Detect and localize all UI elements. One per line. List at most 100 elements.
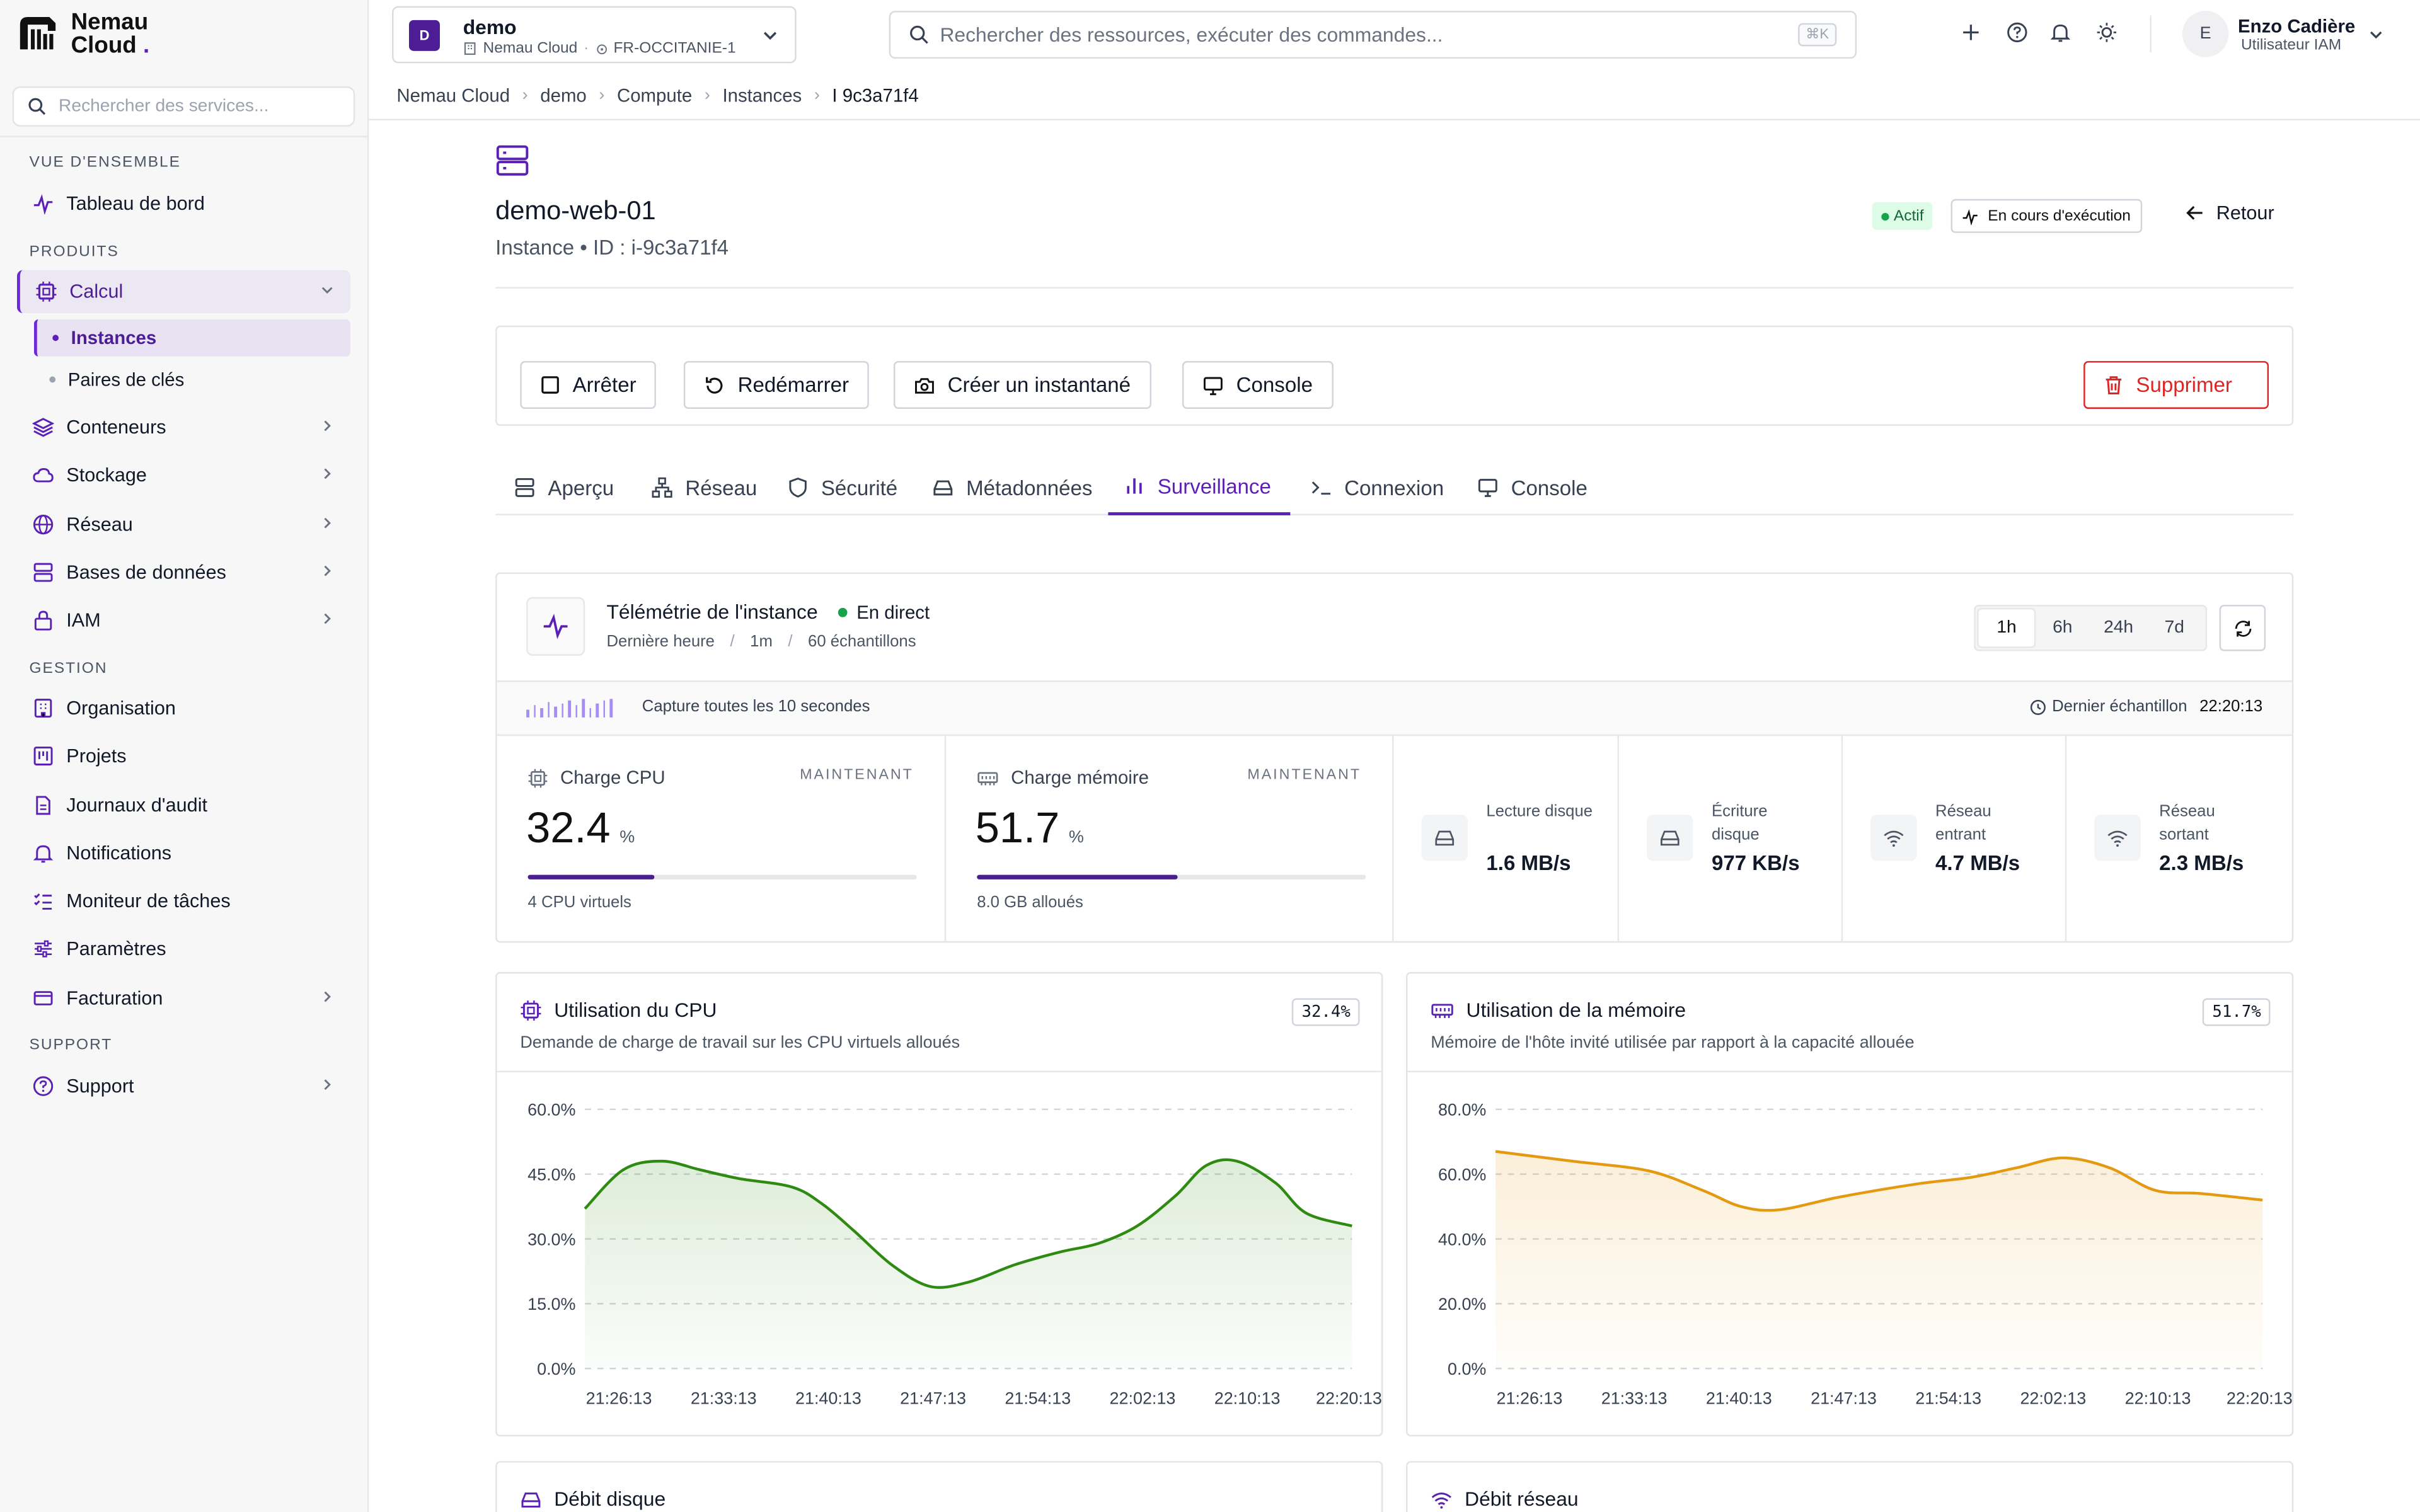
range-24h[interactable]: 24h — [2090, 609, 2146, 646]
credit-card-icon — [33, 991, 53, 1005]
range-1h[interactable]: 1h — [1978, 609, 2035, 647]
restart-button[interactable]: Redémarrer — [683, 361, 869, 409]
cpu-y-tick-label: 45.0% — [527, 1165, 575, 1184]
live-indicator: En direct — [838, 602, 930, 623]
nav-dashboard-label: Tableau de bord — [66, 193, 205, 215]
tab-console-label: Console — [1511, 476, 1587, 500]
telemetry-panel: Télémétrie de l'instance En direct Derni… — [495, 572, 2294, 943]
network-icon — [652, 477, 672, 498]
bell-icon[interactable] — [2049, 21, 2071, 43]
nav-tasks[interactable]: Moniteur de tâches — [17, 879, 350, 923]
telemetry-samples: 60 échantillons — [808, 633, 916, 651]
crumb-separator: › — [522, 86, 528, 105]
nav-support[interactable]: Support — [17, 1065, 350, 1108]
disk-throughput-title: Débit disque — [554, 1487, 666, 1511]
nav-containers[interactable]: Conteneurs — [17, 406, 350, 449]
activity-icon — [543, 614, 568, 639]
chevron-down-icon — [321, 287, 333, 294]
cpu-load-card: Charge CPU MAINTENANT 32.4% 4 CPU virtue… — [497, 736, 947, 943]
cloud-icon — [33, 468, 54, 483]
nav-instances[interactable]: Instances — [33, 319, 350, 357]
crumb-compute[interactable]: Compute — [617, 85, 692, 106]
mem-load-card: Charge mémoire MAINTENANT 51.7% 8.0 GB a… — [946, 736, 1394, 943]
crumb-project[interactable]: demo — [540, 85, 587, 106]
mem-footer: 8.0 GB alloués — [977, 893, 1083, 912]
memory-icon — [1431, 1003, 1453, 1017]
cpu-chart-card: Utilisation du CPU Demande de charge de … — [495, 971, 1383, 1437]
search-icon — [910, 25, 928, 44]
nav-iam[interactable]: IAM — [17, 598, 350, 642]
nav-settings[interactable]: Paramètres — [17, 927, 350, 971]
net-throughput-card: Débit réseau — [1406, 1461, 2294, 1512]
refresh-button[interactable] — [2219, 605, 2266, 651]
stat-disk-read: Lecture disque 1.6 MB/s — [1393, 736, 1620, 943]
project-switcher[interactable]: D demo Nemau Cloud · FR-OCCITANIE-1 — [392, 6, 797, 64]
section-overview: VUE D'ENSEMBLE — [29, 154, 181, 171]
tab-network[interactable]: Réseau — [648, 460, 761, 515]
building-icon — [34, 699, 52, 718]
bullet-icon — [52, 335, 59, 341]
status-dot — [1881, 212, 1889, 220]
sparkline-bars-icon — [526, 699, 613, 718]
chevron-down-icon[interactable] — [2368, 26, 2385, 43]
chevron-right-icon — [324, 517, 331, 529]
sidebar-divider — [0, 135, 369, 137]
chevron-right-icon — [324, 991, 331, 1002]
rotate-ccw-icon — [706, 376, 723, 393]
plus-icon[interactable] — [1960, 21, 1981, 43]
chevron-right-icon — [324, 468, 331, 479]
action-bar: Arrêter Redémarrer Créer un instantané C… — [495, 325, 2294, 426]
stop-button[interactable]: Arrêter — [520, 361, 657, 409]
crumb-root[interactable]: Nemau Cloud — [396, 85, 510, 106]
stat-net-out-label: Réseau sortant — [2159, 802, 2215, 844]
nav-billing[interactable]: Facturation — [17, 976, 350, 1020]
crumb-instances[interactable]: Instances — [722, 85, 802, 106]
console-button[interactable]: Console — [1182, 361, 1333, 409]
trash-icon — [2106, 376, 2122, 394]
hard-drive-icon — [1661, 830, 1680, 846]
back-button[interactable]: Retour — [2186, 202, 2274, 224]
sun-icon[interactable] — [2096, 21, 2118, 43]
nav-network[interactable]: Réseau — [17, 503, 350, 546]
nav-compute[interactable]: Calcul — [16, 270, 350, 314]
nav-databases[interactable]: Bases de données — [17, 551, 350, 594]
monitor-icon — [1478, 479, 1497, 497]
nav-containers-label: Conteneurs — [66, 416, 166, 438]
nav-dashboard[interactable]: Tableau de bord — [17, 182, 350, 226]
range-7d[interactable]: 7d — [2146, 609, 2203, 646]
help-circle-icon[interactable] — [2007, 21, 2028, 43]
user-avatar[interactable]: E — [2182, 11, 2229, 57]
tab-console[interactable]: Console — [1474, 460, 1591, 515]
delete-button[interactable]: Supprimer — [2083, 361, 2269, 409]
nav-audit[interactable]: Journaux d'audit — [17, 784, 350, 827]
tab-metadata[interactable]: Métadonnées — [929, 460, 1095, 515]
crumb-separator: › — [704, 86, 710, 105]
tab-monitoring[interactable]: Surveillance — [1108, 460, 1290, 515]
stat-icon-box — [2094, 815, 2141, 861]
stat-disk-read-value: 1.6 MB/s — [1486, 851, 1571, 875]
nav-organization[interactable]: Organisation — [17, 687, 350, 730]
chevron-right-icon — [324, 613, 331, 624]
kanban-icon — [33, 747, 53, 765]
brand-logo[interactable]: Nemau Cloud . — [15, 11, 149, 57]
cpu-y-tick-label: 0.0% — [537, 1360, 575, 1378]
bar-chart-icon — [1127, 478, 1142, 494]
nav-storage[interactable]: Stockage — [17, 454, 350, 497]
range-6h[interactable]: 6h — [2034, 609, 2090, 646]
cpu-x-tick-label: 21:54:13 — [1005, 1389, 1071, 1408]
service-search-placeholder: Rechercher des services... — [59, 97, 269, 116]
nav-keypairs[interactable]: Paires de clés — [34, 361, 350, 398]
tab-connection[interactable]: Connexion — [1307, 460, 1447, 515]
nav-projects[interactable]: Projets — [17, 735, 350, 778]
tab-overview[interactable]: Aperçu — [511, 460, 617, 515]
global-search-input[interactable]: Rechercher des ressources, exécuter des … — [889, 11, 1857, 59]
mem-progress-track — [977, 874, 1366, 879]
service-search-input[interactable]: Rechercher des services... — [12, 86, 355, 127]
tab-security[interactable]: Sécurité — [784, 460, 901, 515]
snapshot-button[interactable]: Créer un instantané — [893, 361, 1151, 409]
stop-label: Arrêter — [572, 373, 637, 397]
user-name[interactable]: Enzo Cadière — [2238, 15, 2355, 37]
nav-notifications[interactable]: Notifications — [17, 832, 350, 875]
nav-tasks-label: Moniteur de tâches — [66, 890, 231, 912]
crumb-separator: › — [599, 86, 605, 105]
